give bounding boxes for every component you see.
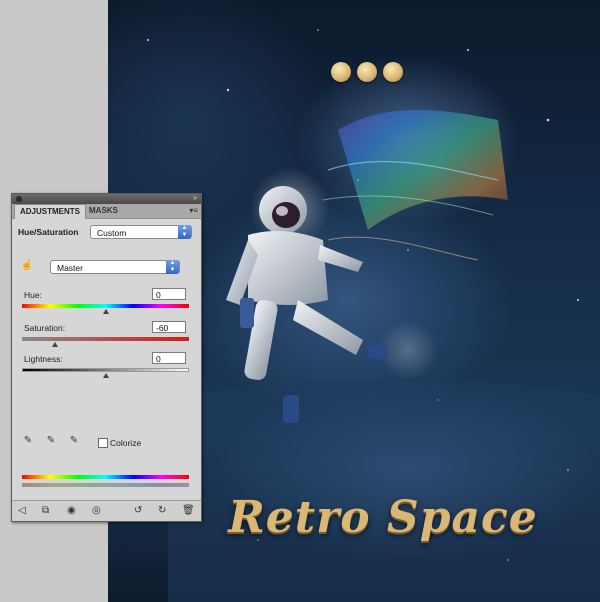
gold-dot <box>357 62 377 82</box>
visibility-eye-icon[interactable]: ◎ <box>92 505 101 517</box>
select-arrows-icon: ▲ ▼ <box>178 225 191 239</box>
clip-layer-icon[interactable]: ◉ <box>67 505 76 517</box>
output-color-bar <box>22 483 189 487</box>
eyedropper-plus-icon[interactable]: ✎ <box>45 435 57 447</box>
lightness-slider-thumb[interactable] <box>102 373 109 378</box>
saturation-slider-track[interactable] <box>22 337 189 341</box>
expand-view-icon[interactable]: ⧉ <box>42 505 49 517</box>
artwork-title: Retro Space <box>228 492 538 543</box>
panel-bottom-bar: ◁ ⧉ ◉ ◎ ↺ ↻ 🗑 <box>12 500 201 521</box>
tab-adjustments[interactable]: ADJUSTMENTS <box>14 204 87 219</box>
select-arrows-icon: ▲ ▼ <box>166 260 179 274</box>
hue-label: Hue: <box>24 290 42 300</box>
previous-state-icon[interactable]: ↺ <box>134 505 142 517</box>
hue-slider-thumb[interactable] <box>102 309 109 314</box>
collapse-icon[interactable]: » <box>193 195 197 203</box>
eyedropper-minus-icon[interactable]: ✎ <box>68 435 80 447</box>
preset-select[interactable]: Custom ▲ ▼ <box>90 225 192 239</box>
hue-value-field[interactable]: 0 <box>152 288 186 300</box>
close-icon[interactable] <box>16 196 22 202</box>
panel-menu-icon[interactable]: ▾≡ <box>189 206 198 215</box>
back-arrow-icon[interactable]: ◁ <box>18 505 26 517</box>
adjustment-name: Hue/Saturation <box>18 227 79 237</box>
channel-value: Master <box>57 263 83 273</box>
saturation-label: Saturation: <box>24 323 66 333</box>
lightness-label: Lightness: <box>24 354 63 364</box>
saturation-value-field[interactable]: -60 <box>152 321 186 333</box>
gold-dot <box>383 62 403 82</box>
eyedropper-icon[interactable]: ✎ <box>22 435 34 447</box>
colorize-checkbox[interactable] <box>98 438 108 448</box>
panel-tabs: ADJUSTMENTS MASKS ▾≡ <box>12 204 201 219</box>
trash-icon[interactable]: 🗑 <box>182 505 195 517</box>
hue-slider-track[interactable] <box>22 304 189 308</box>
preset-value: Custom <box>97 228 127 238</box>
input-color-bar <box>22 475 189 479</box>
panel-titlebar[interactable]: » <box>12 194 201 204</box>
channel-select[interactable]: Master ▲ ▼ <box>50 260 180 274</box>
saturation-slider-thumb[interactable] <box>52 342 59 347</box>
lightness-slider-track[interactable] <box>22 368 189 372</box>
reset-icon[interactable]: ↻ <box>158 505 166 517</box>
colorize-label: Colorize <box>110 438 142 448</box>
adjustments-panel: » ADJUSTMENTS MASKS ▾≡ Hue/Saturation Cu… <box>11 193 202 522</box>
lightness-value-field[interactable]: 0 <box>152 352 186 364</box>
tab-masks[interactable]: MASKS <box>84 204 123 218</box>
gold-dot <box>331 62 351 82</box>
hand-target-icon[interactable]: ☝ <box>20 260 34 272</box>
decorative-dots <box>331 62 403 82</box>
